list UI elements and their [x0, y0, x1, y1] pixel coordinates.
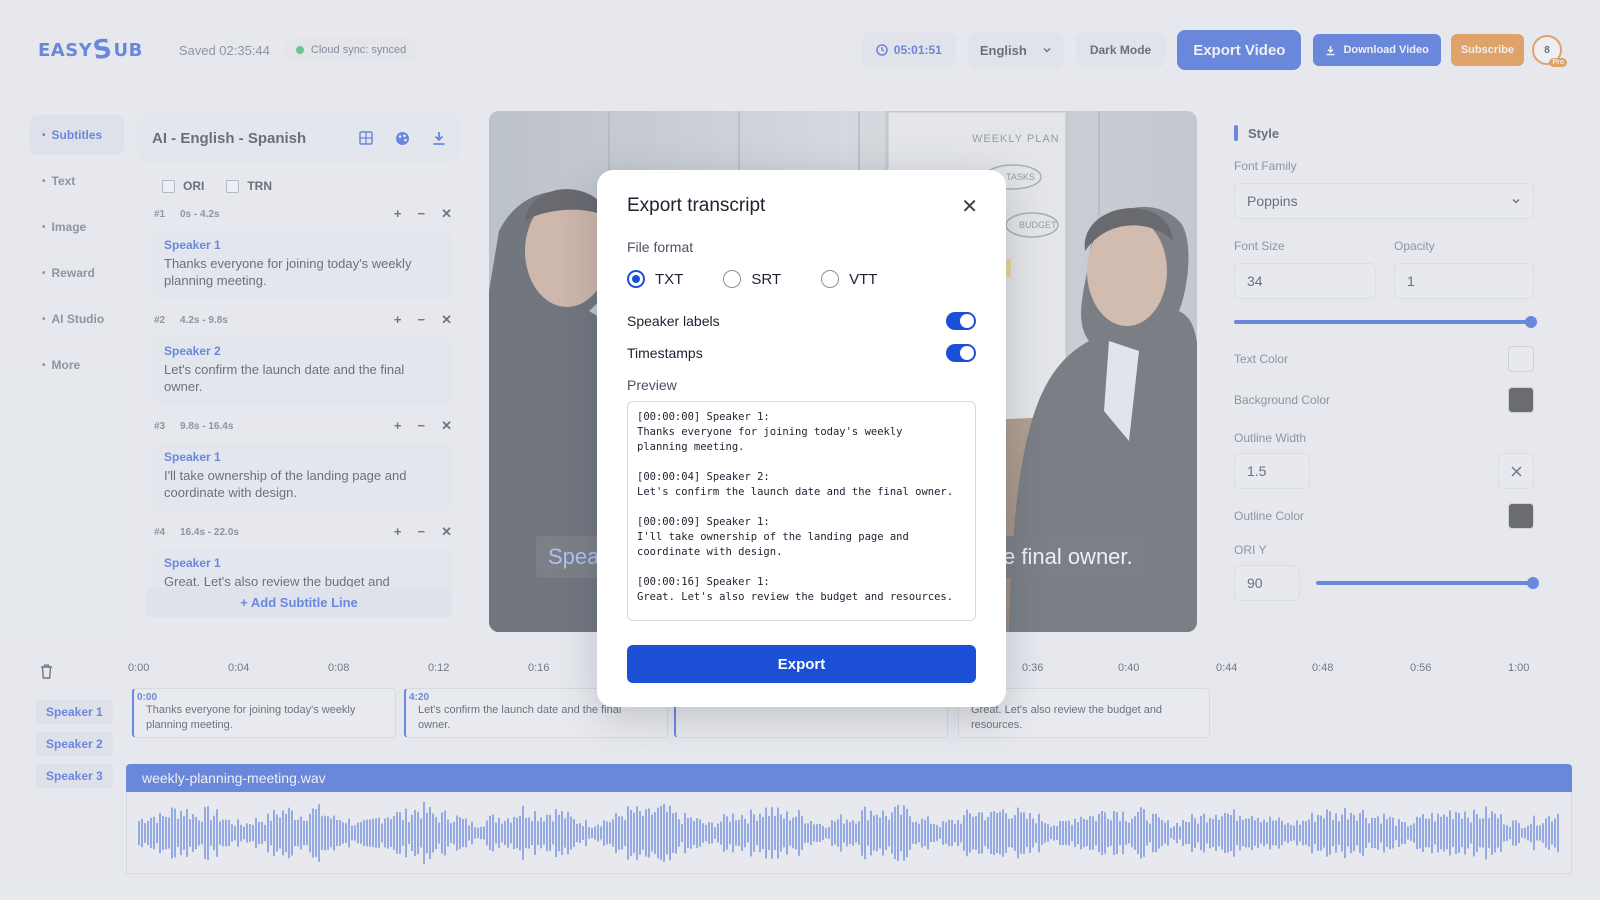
timestamps-toggle[interactable]	[946, 344, 976, 362]
format-radio-vtt[interactable]: VTT	[821, 270, 877, 288]
transcript-preview[interactable]: [00:00:00] Speaker 1: Thanks everyone fo…	[627, 401, 976, 621]
speaker-labels-toggle[interactable]	[946, 312, 976, 330]
file-format-options: TXT SRT VTT	[627, 270, 877, 288]
speaker-labels-row: Speaker labels	[627, 312, 976, 330]
export-transcript-dialog: Export transcript ✕ File format TXT SRT …	[597, 170, 1006, 707]
format-radio-txt[interactable]: TXT	[627, 270, 683, 288]
timestamps-row: Timestamps	[627, 344, 976, 362]
dialog-title: Export transcript	[627, 195, 766, 216]
preview-label: Preview	[627, 377, 677, 393]
export-button[interactable]: Export	[627, 645, 976, 683]
format-radio-srt[interactable]: SRT	[723, 270, 781, 288]
close-icon[interactable]: ✕	[961, 197, 978, 217]
file-format-label: File format	[627, 239, 694, 255]
